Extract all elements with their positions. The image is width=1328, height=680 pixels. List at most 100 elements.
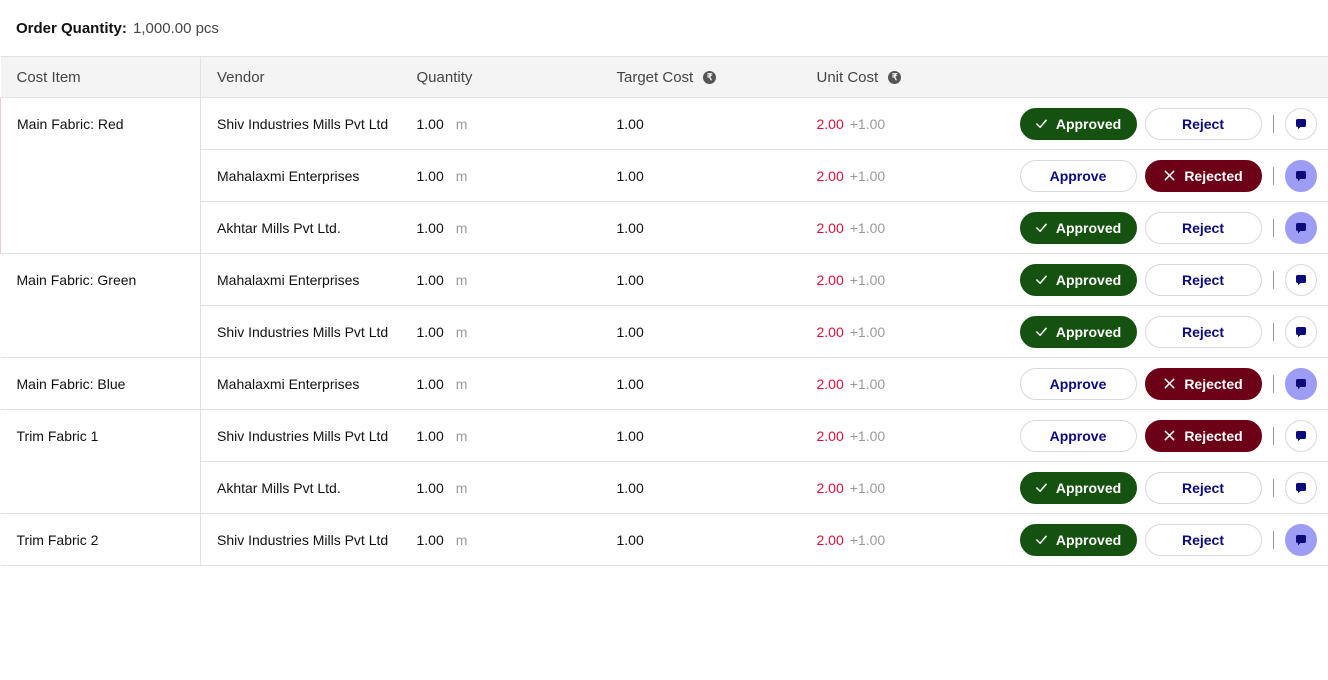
approved-label: Approved [1055, 219, 1122, 236]
quantity-value: 1.00 [416, 323, 444, 340]
header-actions [1000, 56, 1328, 98]
unit-cost-delta: +1.00 [849, 531, 886, 548]
reject-button[interactable]: Reject [1144, 315, 1262, 348]
quantity-cell: 1.00 m [400, 97, 601, 150]
reject-label: Reject [1181, 531, 1225, 548]
comment-button[interactable] [1284, 263, 1317, 296]
vendor-name: Shiv Industries Mills Pvt Ltd [217, 531, 389, 548]
unit-cost-delta: +1.00 [849, 479, 886, 496]
vendor-name: Akhtar Mills Pvt Ltd. [217, 219, 341, 236]
unit-cost-value: 2.00 [816, 115, 844, 132]
target-cost-value: 1.00 [616, 427, 644, 444]
reject-button[interactable]: Reject [1144, 471, 1262, 504]
comment-button[interactable] [1284, 523, 1317, 556]
header-cost-item: Cost Item [0, 56, 201, 98]
divider [1272, 166, 1274, 185]
target-cost-cell: 1.00 [600, 461, 801, 514]
reject-label: Reject [1181, 323, 1225, 340]
approve-button[interactable]: Approve [1019, 367, 1137, 400]
rejected-label: Rejected [1184, 167, 1243, 184]
unit-cost-value: 2.00 [816, 167, 844, 184]
reject-label: Reject [1181, 219, 1225, 236]
check-icon [1035, 221, 1048, 234]
comment-button[interactable] [1284, 367, 1317, 400]
divider [1272, 374, 1274, 393]
cost-item-cell: Trim Fabric 1 [0, 409, 201, 514]
approved-button[interactable]: Approved [1019, 315, 1137, 348]
quantity-unit: m [455, 323, 468, 340]
comment-button[interactable] [1284, 107, 1317, 140]
close-icon [1163, 429, 1176, 442]
approved-label: Approved [1055, 479, 1122, 496]
table-row: Shiv Industries Mills Pvt Ltd 1.00 m 1.00 2.… [1, 305, 1328, 358]
comment-button[interactable] [1284, 211, 1317, 244]
approve-label: Approve [1049, 375, 1107, 392]
vendor-name: Mahalaxmi Enterprises [217, 271, 360, 288]
unit-cost-value: 2.00 [816, 427, 844, 444]
divider [1272, 114, 1274, 133]
approve-button[interactable]: Approve [1019, 159, 1137, 192]
unit-cost-value: 2.00 [816, 271, 844, 288]
order-quantity-value: 1,000.00 pcs [133, 20, 219, 37]
approved-button[interactable]: Approved [1019, 107, 1137, 140]
approved-button[interactable]: Approved [1019, 211, 1137, 244]
reject-button[interactable]: Reject [1144, 107, 1262, 140]
unit-cost-delta: +1.00 [849, 271, 886, 288]
quantity-cell: 1.00 m [400, 149, 601, 202]
close-icon [1163, 169, 1176, 182]
vendor-cell: Mahalaxmi Enterprises [200, 149, 401, 202]
approved-button[interactable]: Approved [1019, 523, 1137, 556]
unit-cost-delta: +1.00 [849, 167, 886, 184]
cost-item-cell: Main Fabric: Green [0, 253, 201, 358]
table-header-row: Cost Item Vendor Quantity Target Cost ₹ U… [0, 56, 1328, 98]
cost-item-name: Main Fabric: Green [16, 272, 137, 288]
unit-cost-value: 2.00 [816, 219, 844, 236]
approved-label: Approved [1055, 323, 1122, 340]
reject-label: Reject [1181, 115, 1225, 132]
header-cost-item-label: Cost Item [16, 68, 81, 86]
rejected-button[interactable]: Rejected [1144, 367, 1262, 400]
comment-button[interactable] [1284, 159, 1317, 192]
unit-cost-value: 2.00 [816, 323, 844, 340]
rupee-info-icon[interactable]: ₹ [703, 70, 717, 84]
chat-bubble-icon [1294, 325, 1308, 339]
target-cost-value: 1.00 [616, 115, 644, 132]
approved-label: Approved [1055, 531, 1122, 548]
actions-cell: Approve Rejected [1000, 149, 1328, 202]
target-cost-cell: 1.00 [600, 201, 801, 254]
reject-button[interactable]: Reject [1144, 211, 1262, 244]
rejected-button[interactable]: Rejected [1144, 159, 1262, 192]
comment-button[interactable] [1284, 471, 1317, 504]
header-quantity: Quantity [400, 56, 601, 98]
target-cost-cell: 1.00 [600, 513, 801, 566]
rupee-info-icon[interactable]: ₹ [888, 70, 902, 84]
comment-button[interactable] [1284, 419, 1317, 452]
header-unit-cost-label: Unit Cost [816, 68, 879, 86]
target-cost-value: 1.00 [616, 219, 644, 236]
comment-button[interactable] [1284, 315, 1317, 348]
reject-button[interactable]: Reject [1144, 523, 1262, 556]
table-row: Trim Fabric 1 Shiv Industries Mills Pvt L… [0, 409, 1328, 514]
vendor-cell: Mahalaxmi Enterprises [200, 357, 401, 410]
quantity-unit: m [455, 167, 468, 184]
approved-button[interactable]: Approved [1019, 471, 1137, 504]
approve-button[interactable]: Approve [1019, 419, 1137, 452]
unit-cost-cell: 2.00 +1.00 [800, 201, 1001, 254]
approved-button[interactable]: Approved [1019, 263, 1137, 296]
unit-cost-value: 2.00 [816, 375, 844, 392]
chat-bubble-icon [1294, 533, 1308, 547]
vendor-name: Akhtar Mills Pvt Ltd. [217, 479, 341, 496]
target-cost-value: 1.00 [616, 323, 644, 340]
quantity-unit: m [455, 531, 468, 548]
cost-item-cell: Main Fabric: Blue [0, 357, 201, 410]
reject-button[interactable]: Reject [1144, 263, 1262, 296]
rejected-button[interactable]: Rejected [1144, 419, 1262, 452]
check-icon [1035, 533, 1048, 546]
vendor-cell: Shiv Industries Mills Pvt Ltd [200, 409, 401, 462]
actions-cell: Approve Rejected [1000, 409, 1328, 462]
cost-item-name: Main Fabric: Red [17, 116, 124, 132]
quantity-value: 1.00 [416, 167, 444, 184]
reject-label: Reject [1181, 479, 1225, 496]
vendor-name: Shiv Industries Mills Pvt Ltd [217, 323, 389, 340]
table-row: Main Fabric: Red Shiv Industries Mills Pv… [0, 97, 1328, 254]
